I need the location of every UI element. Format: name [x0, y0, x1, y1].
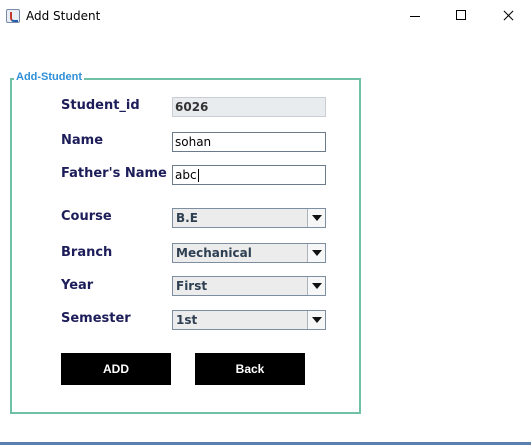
chevron-down-icon[interactable] [307, 311, 325, 329]
semester-dropdown[interactable]: 1st [172, 310, 326, 330]
year-selected-value: First [176, 279, 208, 293]
back-button[interactable]: Back [195, 353, 305, 385]
father-name-label: Father's Name [61, 166, 167, 181]
maximize-button[interactable] [438, 0, 484, 32]
father-name-value: abc [175, 168, 197, 182]
java-cup-icon [6, 9, 20, 23]
semester-selected-value: 1st [176, 313, 198, 327]
close-button[interactable] [485, 0, 531, 32]
branch-dropdown[interactable]: Mechanical [172, 243, 326, 263]
window-title: Add Student [26, 9, 101, 23]
course-dropdown[interactable]: B.E [172, 208, 326, 228]
title-bar: Add Student [0, 0, 531, 33]
add-button[interactable]: ADD [61, 353, 171, 385]
minimize-button[interactable] [392, 0, 438, 32]
text-caret [197, 169, 199, 182]
branch-selected-value: Mechanical [176, 246, 252, 260]
chevron-down-icon[interactable] [307, 209, 325, 227]
name-field[interactable]: sohan [172, 132, 326, 152]
branch-label: Branch [61, 245, 113, 260]
year-dropdown[interactable]: First [172, 276, 326, 296]
chevron-down-icon[interactable] [307, 277, 325, 295]
year-label: Year [61, 278, 94, 293]
chevron-down-icon[interactable] [307, 244, 325, 262]
student-id-field: 6026 [172, 97, 326, 117]
father-name-field[interactable]: abc [172, 165, 326, 185]
name-label: Name [61, 133, 104, 148]
course-label: Course [61, 209, 112, 224]
semester-label: Semester [61, 311, 131, 326]
student-id-label: Student_id [61, 98, 140, 113]
course-selected-value: B.E [176, 211, 198, 225]
panel-legend: Add-Student [14, 71, 84, 83]
